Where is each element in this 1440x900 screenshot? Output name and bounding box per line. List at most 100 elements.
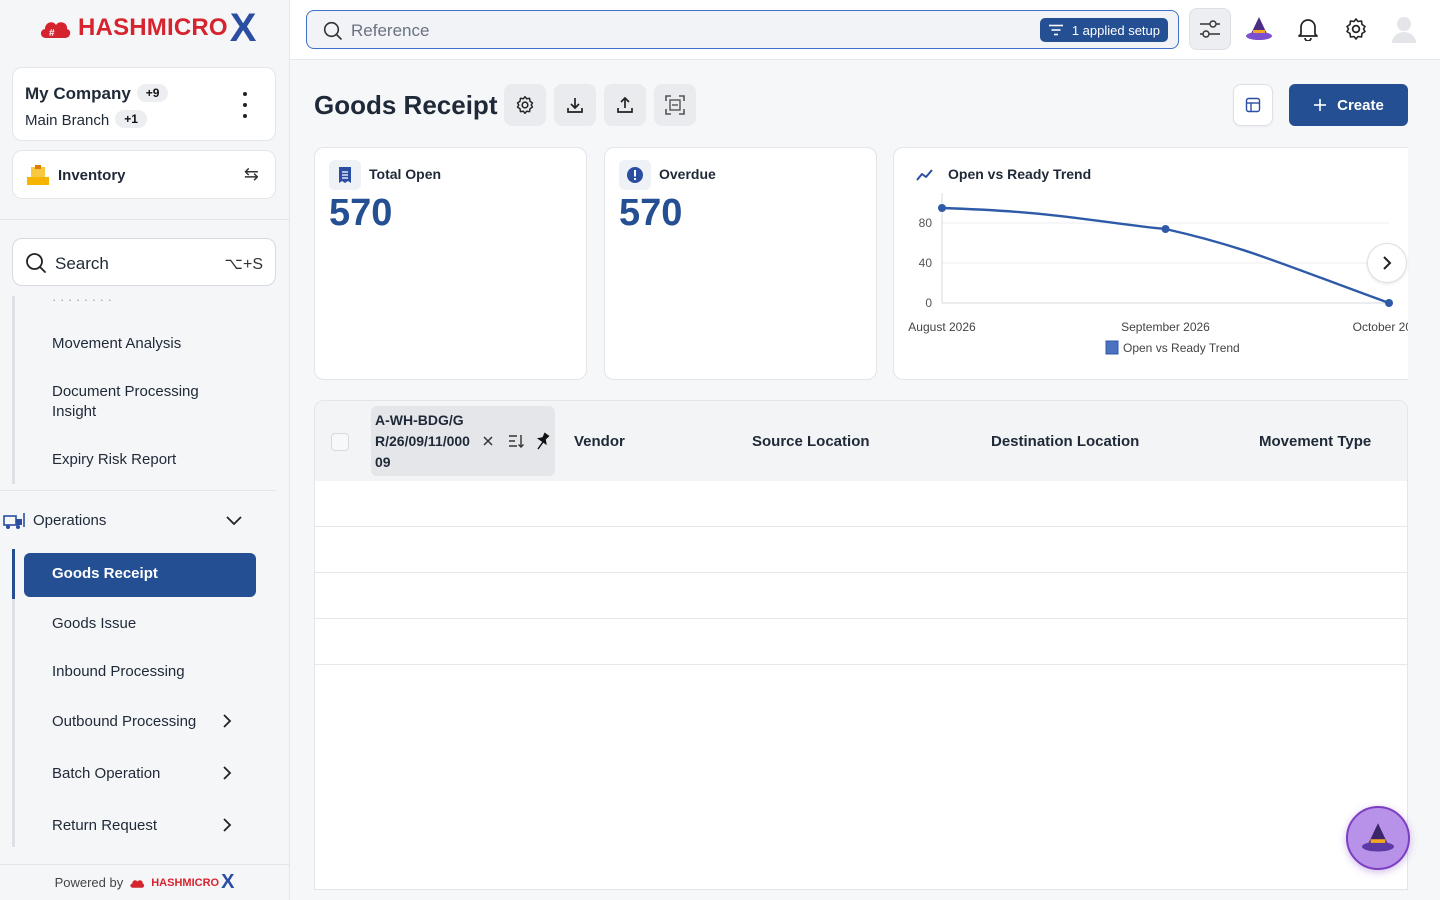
data-point	[1161, 225, 1170, 233]
column-header-destination-location[interactable]: Destination Location	[991, 433, 1139, 450]
sidebar-nav: · · · · · · · · Movement Analysis Docume…	[0, 296, 289, 856]
powered-by-label: Powered by	[54, 875, 124, 890]
applied-setup-button[interactable]: 1 applied setup	[1039, 18, 1168, 42]
sidebar-item-expiry-risk-report[interactable]: Expiry Risk Report	[52, 450, 176, 470]
swap-icon[interactable]: ⇆	[244, 164, 259, 185]
table-view-button[interactable]	[1233, 84, 1273, 126]
nav-section-divider	[0, 490, 276, 491]
receipt-icon	[329, 160, 361, 190]
top-bar: Reference 1 applied setup	[290, 0, 1440, 60]
chevron-right-icon[interactable]	[220, 766, 234, 780]
sidebar-search[interactable]: Search ⌥+S	[12, 238, 276, 286]
chevron-right-icon[interactable]	[220, 818, 234, 832]
y-tick-label: 80	[919, 216, 933, 230]
module-label: Inventory	[58, 167, 126, 184]
scan-button[interactable]	[654, 84, 696, 126]
company-name: My Company	[25, 84, 131, 103]
overdue-card[interactable]: Overdue 570	[604, 147, 877, 380]
create-label: Create	[1337, 96, 1384, 114]
powered-by-brand: HASHMICRO	[151, 876, 220, 889]
wizard-assistant-button[interactable]	[1238, 8, 1280, 50]
filter-settings-button[interactable]	[1189, 8, 1231, 50]
goods-receipt-table: A-WH-BDG/GR/26/09/11/00009 Vendor Source…	[314, 400, 1408, 890]
x-tick-label: October 2026	[1353, 320, 1408, 334]
applied-setup-label: 1 applied setup	[1071, 22, 1160, 38]
module-switcher[interactable]: Inventory ⇆	[12, 150, 276, 199]
pin-icon[interactable]	[535, 432, 551, 450]
section-label: Operations	[33, 512, 107, 529]
nav-tree-line	[12, 296, 15, 484]
close-icon[interactable]	[482, 435, 494, 447]
x-tick-label: August 2026	[908, 320, 976, 334]
create-button[interactable]: Create	[1289, 84, 1408, 126]
sidebar-section-operations[interactable]: Operations	[0, 504, 276, 538]
settings-button[interactable]	[1335, 8, 1377, 50]
column-header-source-location[interactable]: Source Location	[752, 433, 870, 450]
company-row: My Company +9	[25, 84, 169, 104]
total-open-card[interactable]: Total Open 570	[314, 147, 587, 380]
search-icon	[26, 253, 46, 273]
download-button[interactable]	[554, 84, 596, 126]
sidebar-item-goods-issue[interactable]: Goods Issue	[52, 614, 136, 634]
x-tick-label: September 2026	[1121, 320, 1210, 334]
pinned-column-label: A-WH-BDG/GR/26/09/11/00009	[375, 412, 470, 470]
sort-icon[interactable]	[508, 433, 524, 449]
table-row[interactable]	[315, 481, 1407, 527]
table-row[interactable]	[315, 573, 1407, 619]
page-title: Goods Receipt	[314, 90, 498, 120]
data-point	[938, 204, 946, 212]
sidebar-item-movement-analysis[interactable]: Movement Analysis	[52, 334, 181, 354]
wizard-hat-icon	[1246, 17, 1272, 40]
legend-swatch	[1105, 340, 1119, 355]
trend-chart: 80 40 0 August 2026 September 2026 October 20…	[908, 193, 1408, 355]
svg-text:#: #	[49, 28, 55, 39]
reference-search[interactable]: Reference 1 applied setup	[306, 10, 1179, 49]
notifications-button[interactable]	[1287, 8, 1329, 50]
company-menu-icon[interactable]	[233, 92, 257, 118]
pinned-column-header[interactable]: A-WH-BDG/GR/26/09/11/00009	[371, 406, 555, 476]
branch-name: Main Branch	[25, 112, 110, 129]
upload-button[interactable]	[604, 84, 646, 126]
chevron-right-icon[interactable]	[220, 714, 234, 728]
page-settings-button[interactable]	[504, 84, 546, 126]
table-row[interactable]	[315, 527, 1407, 573]
sidebar-item-outbound-processing[interactable]: Outbound Processing	[52, 712, 196, 732]
logo-x: X	[229, 6, 257, 50]
nav-item-partial: · · · · · · · ·	[52, 296, 112, 307]
sidebar-item-label: Goods Receipt	[52, 565, 158, 582]
branch-row: Main Branch +1	[25, 110, 147, 129]
sidebar-item-return-request[interactable]: Return Request	[52, 816, 157, 836]
series-line	[941, 206, 1390, 305]
avatar-icon	[1392, 17, 1416, 43]
user-avatar[interactable]	[1383, 8, 1425, 50]
sidebar-search-label: Search	[55, 254, 109, 273]
hashmicro-logo: # HASHMICRO X	[38, 8, 256, 48]
column-header-movement-type[interactable]: Movement Type	[1259, 433, 1371, 450]
sidebar-item-inbound-processing[interactable]: Inbound Processing	[52, 662, 185, 682]
logo-text: HASHMICRO	[78, 14, 228, 41]
sidebar-item-goods-receipt[interactable]: Goods Receipt	[24, 553, 256, 597]
upload-icon	[617, 96, 633, 113]
cloud-logo-icon	[130, 879, 145, 888]
sidebar-item-document-processing-insight[interactable]: Document Processing Insight	[52, 382, 232, 422]
total-open-value: 570	[329, 192, 393, 234]
search-icon	[323, 21, 342, 40]
select-all-checkbox[interactable]	[331, 433, 349, 451]
powered-by-footer: Powered by HASHMICRO X	[0, 864, 289, 900]
y-tick-label: 40	[919, 256, 933, 270]
column-header-vendor[interactable]: Vendor	[574, 433, 625, 450]
table-header: A-WH-BDG/GR/26/09/11/00009 Vendor Source…	[315, 401, 1407, 481]
sidebar-item-batch-operation[interactable]: Batch Operation	[52, 764, 160, 784]
wizard-hat-icon	[1362, 823, 1394, 852]
cloud-logo-icon: #	[40, 22, 71, 39]
filter-lines-icon	[1048, 24, 1063, 36]
assistant-float-button[interactable]	[1346, 806, 1410, 870]
table-row[interactable]	[315, 619, 1407, 665]
scan-icon	[665, 95, 685, 115]
company-count-badge: +9	[136, 84, 169, 102]
sidebar: # HASHMICRO X My Company +9 Main Branch +1…	[0, 0, 290, 900]
company-switcher[interactable]: My Company +9 Main Branch +1	[12, 67, 276, 141]
data-point	[1385, 299, 1393, 307]
carousel-next-button[interactable]	[1367, 243, 1407, 283]
bell-icon	[1298, 19, 1318, 41]
